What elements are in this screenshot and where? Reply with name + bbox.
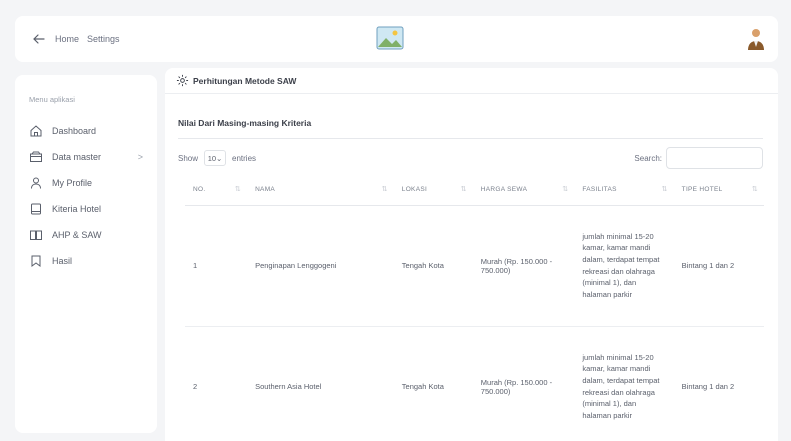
- sidebar-item-kiteria-hotel[interactable]: Kiteria Hotel: [29, 196, 143, 222]
- column-header-label: NAMA: [255, 185, 276, 193]
- column-header-label: LOKASI: [401, 185, 428, 193]
- cell-lokasi: Tengah Kota: [393, 205, 473, 327]
- user-icon: [31, 177, 41, 189]
- sort-icon: ⇅: [562, 186, 569, 193]
- book-icon: [30, 230, 42, 240]
- cell-no: 2: [185, 326, 248, 441]
- gear-icon: [176, 74, 189, 87]
- sidebar-item-label: Dashboard: [52, 126, 97, 136]
- breadcrumb-settings[interactable]: Settings: [87, 34, 120, 44]
- column-header-harga-sewa[interactable]: HARGA SEWA ⇅: [472, 174, 575, 206]
- image-placeholder-icon: [376, 26, 404, 50]
- column-header-label: FASILITAS: [582, 185, 617, 193]
- cell-harga-sewa: Murah (Rp. 150.000 - 750.000): [472, 205, 575, 327]
- avatar[interactable]: [746, 27, 766, 51]
- breadcrumb-home[interactable]: Home: [55, 34, 79, 44]
- sidebar-item-ahp-saw[interactable]: AHP & SAW: [29, 222, 143, 248]
- sidebar-item-my-profile[interactable]: My Profile: [29, 170, 143, 196]
- table-row: 2 Southern Asia Hotel Tengah Kota Murah …: [185, 326, 764, 441]
- sort-icon: ⇅: [751, 186, 758, 193]
- entries-value: 10: [207, 153, 217, 163]
- sort-icon: ⇅: [381, 186, 388, 193]
- table-header-row: NO. ⇅ NAMA ⇅ LOKASI ⇅ HARGA SEWA ⇅ FASILITAS…: [185, 174, 764, 206]
- arrow-left-icon[interactable]: [31, 31, 47, 47]
- search-label: Search:: [634, 153, 662, 163]
- column-header-fasilitas[interactable]: FASILITAS ⇅: [574, 174, 674, 206]
- cell-nama: Southern Asia Hotel: [247, 326, 394, 441]
- cell-tipe-hotel: Bintang 1 dan 2: [673, 205, 764, 327]
- column-header-label: HARGA SEWA: [480, 185, 528, 193]
- cell-fasilitas: jumlah minimal 15-20 kamar, kamar mandi …: [574, 326, 674, 441]
- sidebar-item-label: Kiteria Hotel: [52, 204, 102, 214]
- sort-icon: ⇅: [460, 186, 467, 193]
- search-input[interactable]: [666, 147, 763, 169]
- section-title: Nilai Dari Masing-masing Kriteria: [178, 118, 312, 128]
- entries-select[interactable]: 10 ⌄: [204, 150, 227, 166]
- show-label: Show: [178, 153, 199, 163]
- main-card: Perhitungan Metode SAW Nilai Dari Masing…: [165, 68, 778, 441]
- table-row: 1 Penginapan Lenggogeni Tengah Kota Mura…: [185, 205, 764, 327]
- sidebar-item-label: Hasil: [52, 256, 73, 266]
- cell-tipe-hotel: Bintang 1 dan 2: [673, 326, 764, 441]
- sidebar-item-hasil[interactable]: Hasil: [29, 248, 143, 274]
- sidebar-item-label: My Profile: [52, 178, 93, 188]
- square-icon: [31, 203, 41, 215]
- column-header-no[interactable]: NO. ⇅: [185, 174, 248, 206]
- criteria-table: NO. ⇅ NAMA ⇅ LOKASI ⇅ HARGA SEWA ⇅ FASILITAS…: [185, 174, 764, 441]
- divider: [178, 138, 763, 139]
- menu-title: Menu aplikasi: [29, 95, 75, 104]
- folder-icon: [30, 151, 42, 162]
- chevron-down-icon: ⌄: [216, 153, 223, 163]
- cell-lokasi: Tengah Kota: [393, 326, 473, 441]
- search-wrap: Search:: [634, 147, 763, 169]
- cell-nama: Penginapan Lenggogeni: [247, 205, 394, 327]
- sort-icon: ⇅: [234, 186, 242, 193]
- column-header-lokasi[interactable]: LOKASI ⇅: [393, 174, 473, 206]
- sidebar-item-label: AHP & SAW: [52, 230, 102, 240]
- page-title: Perhitungan Metode SAW: [193, 75, 297, 86]
- chevron-right-icon: >: [137, 152, 143, 162]
- cell-no: 1: [185, 205, 248, 327]
- card-header: Perhitungan Metode SAW: [165, 68, 778, 94]
- sidebar-item-data-master[interactable]: Data master >: [29, 144, 143, 170]
- home-icon: [30, 125, 42, 137]
- bookmark-icon: [31, 255, 41, 267]
- sidebar-item-dashboard[interactable]: Dashboard: [29, 118, 143, 144]
- column-header-tipe-hotel[interactable]: TIPE HOTEL ⇅: [673, 174, 764, 206]
- column-header-nama[interactable]: NAMA ⇅: [247, 174, 394, 206]
- cell-fasilitas: jumlah minimal 15-20 kamar, kamar mandi …: [574, 205, 674, 327]
- top-navbar: Home Settings: [15, 16, 778, 62]
- table-controls: Show 10 ⌄ entries Search:: [178, 147, 763, 169]
- cell-harga-sewa: Murah (Rp. 150.000 - 750.000): [472, 326, 575, 441]
- column-header-label: TIPE HOTEL: [681, 185, 723, 193]
- sort-icon: ⇅: [661, 186, 668, 193]
- entries-label: entries: [232, 153, 257, 163]
- column-header-label: NO.: [193, 185, 206, 193]
- sidebar: Menu aplikasi Dashboard Data master > My…: [15, 75, 157, 433]
- sidebar-item-label: Data master: [52, 152, 102, 162]
